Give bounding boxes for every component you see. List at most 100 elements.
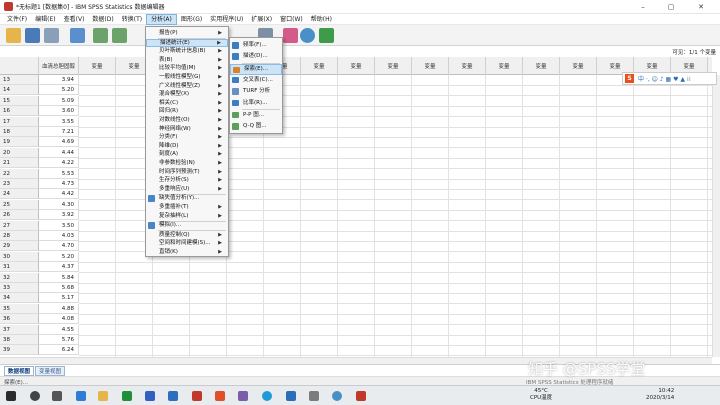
analyze-item-1[interactable]: 描述统计(E) ▶ [146,38,228,48]
menu-6[interactable]: 图形(G) [177,14,206,25]
menu-8[interactable]: 扩展(X) [247,14,276,25]
row-number[interactable]: 29 [0,241,39,252]
app-icon[interactable] [238,391,248,401]
row-number[interactable]: 22 [0,168,39,179]
row-number[interactable]: 36 [0,314,39,325]
cell-cholesterol[interactable]: 5.20 [39,251,79,262]
analyze-item-21[interactable]: 复杂抽样(L) ▶ [146,212,228,221]
row-number[interactable]: 37 [0,324,39,335]
descriptives-item-2[interactable]: 探索(E)... [230,63,282,75]
cell-cholesterol[interactable]: 5.17 [39,293,79,304]
row-header-corner[interactable] [0,57,39,75]
analyze-item-23[interactable]: 质量控制(Q) ▶ [146,231,228,240]
column-header-empty-12[interactable]: 变量 [523,57,560,75]
cell-cholesterol[interactable]: 5.84 [39,272,79,283]
save-icon[interactable] [25,28,40,43]
column-header-empty-9[interactable]: 变量 [412,57,449,75]
cell-cholesterol[interactable]: 4.22 [39,158,79,169]
browser-icon[interactable] [262,391,272,401]
cell-cholesterol[interactable]: 4.44 [39,147,79,158]
cell-cholesterol[interactable]: 5.68 [39,283,79,293]
pdf-icon[interactable] [192,391,202,401]
row-number[interactable]: 18 [0,127,39,137]
menu-2[interactable]: 查看(V) [60,14,89,25]
descriptives-item-3[interactable]: 交叉表(C)... [230,75,282,86]
ime-toolbar[interactable]: S 中 ·, ☺ ♪ ▦ ♥ ▲ ⁞⁞ [622,72,717,85]
spss-task-icon[interactable] [332,391,342,401]
cell-cholesterol[interactable]: 4.03 [39,231,79,241]
analyze-item-20[interactable]: 多重插补(T) ▶ [146,203,228,212]
analyze-item-24[interactable]: 空间和时间建模(S)... ▶ [146,239,228,248]
row-number[interactable]: 16 [0,106,39,117]
file-explorer-icon[interactable] [98,391,108,401]
cell-cholesterol[interactable]: 6.24 [39,345,79,356]
analyze-item-8[interactable]: 相关(C) ▶ [146,99,228,108]
open-folder-icon[interactable] [6,28,21,43]
weight-cases-icon[interactable] [283,28,298,43]
cell-cholesterol[interactable]: 5.20 [39,85,79,96]
cell-cholesterol[interactable]: 4.55 [39,324,79,335]
descriptives-item-5[interactable]: 比率(R)... [230,98,282,109]
column-header-cholesterol[interactable]: 血清总胆固醇 [39,57,79,75]
cell-cholesterol[interactable]: 7.21 [39,127,79,137]
row-number[interactable]: 30 [0,251,39,262]
row-number[interactable]: 17 [0,116,39,127]
redo-icon[interactable] [112,28,127,43]
ie-icon[interactable] [168,391,178,401]
menu-1[interactable]: 编辑(E) [31,14,59,25]
analyze-item-16[interactable]: 时间序列预测(T) ▶ [146,168,228,177]
menu-0[interactable]: 文件(F) [3,14,31,25]
analyze-item-6[interactable]: 广义线性模型(Z) ▶ [146,82,228,91]
app2-icon[interactable] [286,391,296,401]
analyze-item-14[interactable]: 刻度(A) ▶ [146,150,228,159]
row-number[interactable]: 26 [0,210,39,221]
value-labels-icon[interactable] [319,28,334,43]
analyze-item-17[interactable]: 生存分析(S) ▶ [146,176,228,185]
row-number[interactable]: 23 [0,179,39,189]
select-cases-icon[interactable] [300,28,315,43]
menu-7[interactable]: 实用程序(U) [206,14,247,25]
analyze-item-0[interactable]: 报告(P) ▶ [146,29,228,38]
cell-cholesterol[interactable]: 4.88 [39,303,79,314]
analyze-item-13[interactable]: 降维(D) ▶ [146,142,228,151]
row-number[interactable]: 34 [0,293,39,304]
data-grid[interactable]: 血清总胆固醇变量变量变量变量变量变量变量变量变量变量变量变量变量变量变量变量变量… [0,57,712,357]
powerpoint-icon[interactable] [215,391,225,401]
descriptives-item-6[interactable]: P-P 图... [230,110,282,121]
descriptives-item-0[interactable]: 频率(F)... [230,40,282,51]
row-number[interactable]: 35 [0,303,39,314]
row-number[interactable]: 25 [0,199,39,210]
tab-data-view[interactable]: 数据视图 [4,365,35,376]
cell-cholesterol[interactable]: 3.92 [39,210,79,221]
close-button[interactable]: ✕ [690,0,712,14]
analyze-item-18[interactable]: 多重响应(U) ▶ [146,185,228,194]
tab-variable-view[interactable]: 变量视图 [35,365,66,376]
analyze-item-12[interactable]: 分类(F) ▶ [146,133,228,142]
descriptives-item-7[interactable]: Q-Q 图... [230,121,282,132]
menu-9[interactable]: 窗口(W) [276,14,307,25]
row-number[interactable]: 38 [0,335,39,345]
analyze-item-10[interactable]: 对数线性(O) ▶ [146,116,228,125]
cell-cholesterol[interactable]: 4.08 [39,314,79,325]
row-number[interactable]: 19 [0,137,39,148]
descriptives-item-1[interactable]: 描述(D)... [230,51,282,62]
row-number[interactable]: 24 [0,189,39,200]
row-number[interactable]: 14 [0,85,39,96]
start-icon[interactable] [6,391,16,401]
edge-icon[interactable] [76,391,86,401]
cell-cholesterol[interactable]: 3.50 [39,220,79,231]
analyze-item-7[interactable]: 混合模型(X) ▶ [146,90,228,99]
menu-3[interactable]: 数据(D) [88,14,117,25]
cell-cholesterol[interactable]: 3.60 [39,106,79,117]
analyze-item-2[interactable]: 贝叶斯统计信息(B) ▶ [146,47,228,56]
analyze-item-19[interactable]: 缺失值分析(Y)... [146,194,228,203]
cell-cholesterol[interactable]: 3.94 [39,75,79,85]
column-header-empty-11[interactable]: 变量 [486,57,523,75]
descriptives-item-4[interactable]: TURF 分析 [230,86,282,97]
search-icon[interactable] [30,391,40,401]
cell-cholesterol[interactable]: 3.55 [39,116,79,127]
maximize-button[interactable]: ▢ [660,0,682,14]
analyze-item-22[interactable]: 模拟(I)... [146,221,228,230]
column-header-empty-10[interactable]: 变量 [449,57,486,75]
row-number[interactable]: 31 [0,262,39,273]
